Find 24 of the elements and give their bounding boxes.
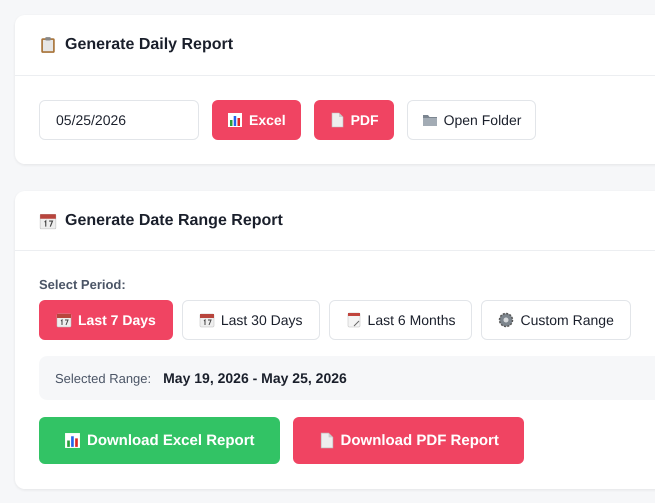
document-icon bbox=[328, 112, 345, 128]
date-field[interactable]: 05/25/2026 bbox=[39, 100, 199, 140]
card-title: Generate Daily Report bbox=[65, 36, 234, 54]
gear-icon bbox=[498, 312, 514, 328]
download-button[interactable]: Download PDF Report bbox=[292, 417, 524, 464]
report-button[interactable]: Excel bbox=[212, 100, 301, 140]
notepad-icon bbox=[346, 312, 362, 328]
period-tab[interactable]: Last 7 Days bbox=[39, 300, 173, 340]
folder-icon bbox=[422, 112, 438, 128]
period-tab[interactable]: Last 30 Days bbox=[182, 300, 320, 340]
calendar-icon bbox=[198, 312, 215, 328]
calendar-icon bbox=[39, 212, 57, 230]
period-tab[interactable]: Last 6 Months bbox=[328, 300, 472, 340]
clipboard-icon bbox=[39, 36, 57, 54]
report-button[interactable]: PDF bbox=[314, 100, 394, 140]
bar-chart-icon bbox=[227, 112, 243, 128]
period-tab[interactable]: Custom Range bbox=[481, 300, 631, 340]
selected-range-label: Selected Range: bbox=[55, 370, 152, 386]
calendar-icon bbox=[56, 312, 72, 328]
bar-chart-icon bbox=[64, 432, 81, 449]
card-title: Generate Date Range Report bbox=[65, 212, 283, 230]
selected-range-value: May 19, 2026 - May 25, 2026 bbox=[163, 370, 347, 386]
report-button[interactable]: Open Folder bbox=[406, 100, 536, 140]
select-period-label: Select Period: bbox=[39, 277, 127, 292]
